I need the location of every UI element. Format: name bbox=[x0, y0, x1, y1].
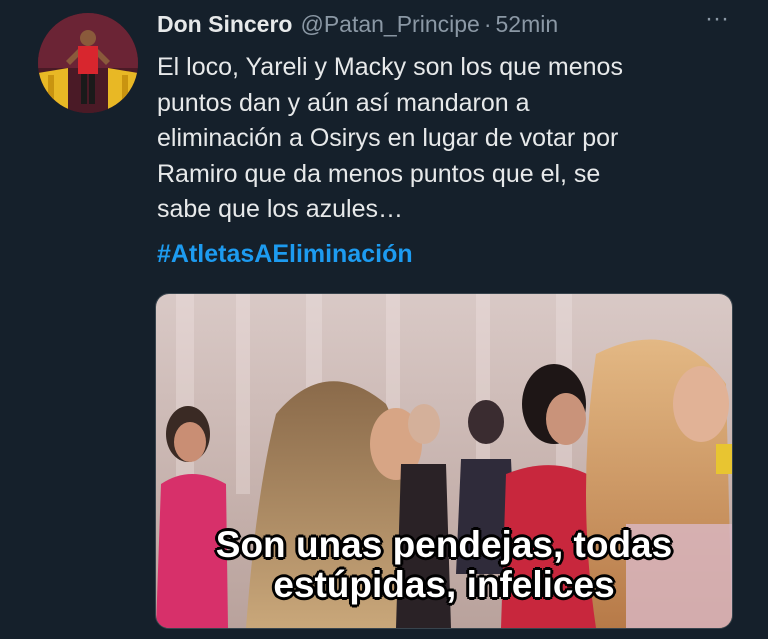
avatar-image bbox=[38, 13, 138, 113]
timestamp[interactable]: 52min bbox=[495, 11, 558, 38]
display-name[interactable]: Don Sincero bbox=[157, 11, 292, 38]
tweet-text-line: sabe que los azules… bbox=[157, 195, 403, 223]
separator-dot: · bbox=[483, 11, 492, 37]
user-handle[interactable]: @Patan_Principe bbox=[300, 11, 479, 38]
tweet-text-line: El loco, Yareli y Macky son los que meno… bbox=[157, 53, 623, 81]
hashtag-link[interactable]: #AtletasAEliminación bbox=[157, 240, 413, 269]
avatar[interactable] bbox=[38, 13, 138, 113]
tweet-text-line: Ramiro que da menos puntos que el, se bbox=[157, 159, 601, 188]
media-caption-line-1: Son unas pendejas, todas bbox=[215, 524, 673, 565]
more-options-icon[interactable]: ··· bbox=[700, 4, 734, 34]
tweet-media[interactable]: Son unas pendejas, todas estúpidas, infe… bbox=[155, 293, 733, 629]
tweet-text: El loco, Yareli y Macky son los que meno… bbox=[157, 50, 747, 228]
tweet-text-line: eliminación a Osirys en lugar de votar p… bbox=[157, 124, 619, 152]
tweet-text-line: puntos dan y aún así mandaron a bbox=[157, 88, 530, 117]
media-caption-line-2: estúpidas, infelices bbox=[273, 564, 615, 605]
tweet-header: Don Sincero @Patan_Principe · 52min bbox=[157, 11, 757, 41]
